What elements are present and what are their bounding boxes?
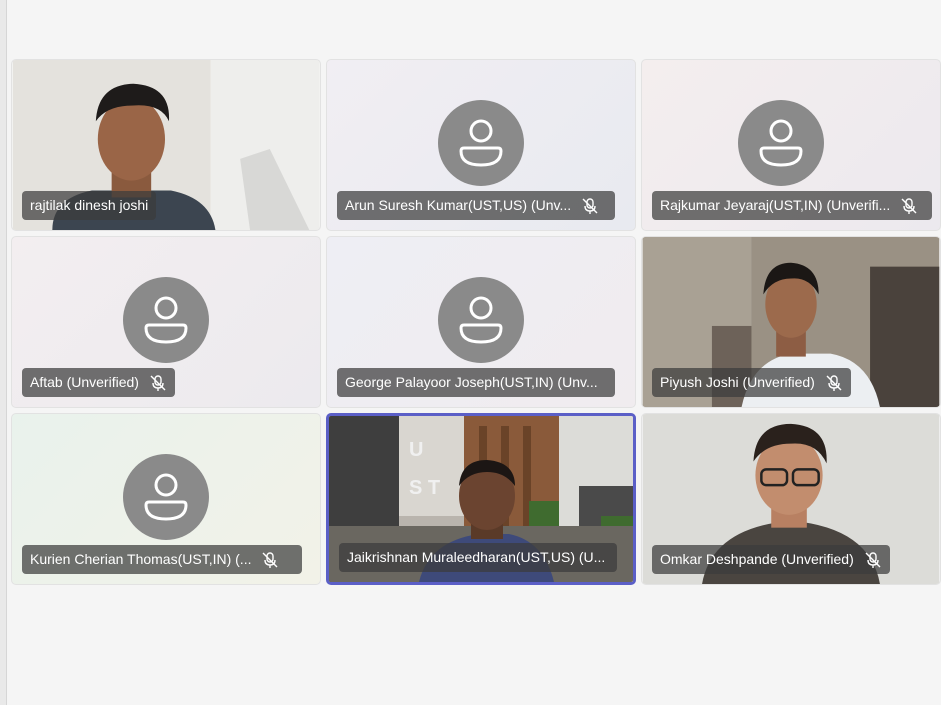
mic-off-icon xyxy=(582,197,598,214)
participant-name-tag: Aftab (Unverified) xyxy=(22,368,175,397)
participant-name-tag: Jaikrishnan Muraleedharan(UST,US) (U... xyxy=(339,543,617,572)
participant-name: Kurien Cherian Thomas(UST,IN) (... xyxy=(30,551,252,567)
person-icon xyxy=(144,296,188,344)
participant-name: Arun Suresh Kumar(UST,US) (Unv... xyxy=(345,197,572,213)
mic-off-icon xyxy=(901,197,917,214)
participant-name: rajtilak dinesh joshi xyxy=(30,197,149,213)
person-icon xyxy=(144,473,188,521)
participant-tile-george[interactable]: George Palayoor Joseph(UST,IN) (Unv... xyxy=(326,236,636,408)
mic-off-icon xyxy=(262,551,278,568)
participant-name: Rajkumar Jeyaraj(UST,IN) (Unverifi... xyxy=(660,197,891,213)
participant-name-tag: rajtilak dinesh joshi xyxy=(22,191,157,220)
participant-name: Piyush Joshi (Unverified) xyxy=(660,374,815,390)
participant-name-tag: Piyush Joshi (Unverified) xyxy=(652,368,851,397)
person-icon xyxy=(459,296,503,344)
participant-tile-rajtilak[interactable]: rajtilak dinesh joshi xyxy=(11,59,321,231)
mic-off-icon xyxy=(826,374,842,391)
participant-grid: rajtilak dinesh joshi Arun Suresh Kumar(… xyxy=(11,59,941,586)
mic-off-icon xyxy=(150,374,166,391)
participant-tile-omkar[interactable]: Omkar Deshpande (Unverified) xyxy=(641,413,941,585)
participant-tile-aftab[interactable]: Aftab (Unverified) xyxy=(11,236,321,408)
participant-tile-rajkumar[interactable]: Rajkumar Jeyaraj(UST,IN) (Unverifi... xyxy=(641,59,941,231)
participant-tile-jaikrishnan[interactable]: U S T Jaikrishnan Muraleedharan(UST,US) … xyxy=(326,413,636,585)
avatar xyxy=(123,277,209,363)
person-icon xyxy=(759,119,803,167)
mic-off-icon xyxy=(865,551,881,568)
participant-name: Omkar Deshpande (Unverified) xyxy=(660,551,854,567)
person-icon xyxy=(459,119,503,167)
participant-tile-kurien[interactable]: Kurien Cherian Thomas(UST,IN) (... xyxy=(11,413,321,585)
participant-name-tag: George Palayoor Joseph(UST,IN) (Unv... xyxy=(337,368,615,397)
participant-name-tag: Rajkumar Jeyaraj(UST,IN) (Unverifi... xyxy=(652,191,932,220)
window-left-edge xyxy=(0,0,7,705)
avatar xyxy=(438,277,524,363)
svg-text:U: U xyxy=(409,439,423,461)
participant-name: George Palayoor Joseph(UST,IN) (Unv... xyxy=(345,374,598,390)
avatar xyxy=(123,454,209,540)
avatar xyxy=(438,100,524,186)
participant-name: Aftab (Unverified) xyxy=(30,374,139,390)
participant-name-tag: Kurien Cherian Thomas(UST,IN) (... xyxy=(22,545,302,574)
participant-name-tag: Omkar Deshpande (Unverified) xyxy=(652,545,890,574)
participant-tile-arun[interactable]: Arun Suresh Kumar(UST,US) (Unv... xyxy=(326,59,636,231)
svg-text:S T: S T xyxy=(409,477,440,499)
avatar xyxy=(738,100,824,186)
participant-name: Jaikrishnan Muraleedharan(UST,US) (U... xyxy=(347,549,606,565)
participant-name-tag: Arun Suresh Kumar(UST,US) (Unv... xyxy=(337,191,615,220)
participant-tile-piyush[interactable]: Piyush Joshi (Unverified) xyxy=(641,236,941,408)
